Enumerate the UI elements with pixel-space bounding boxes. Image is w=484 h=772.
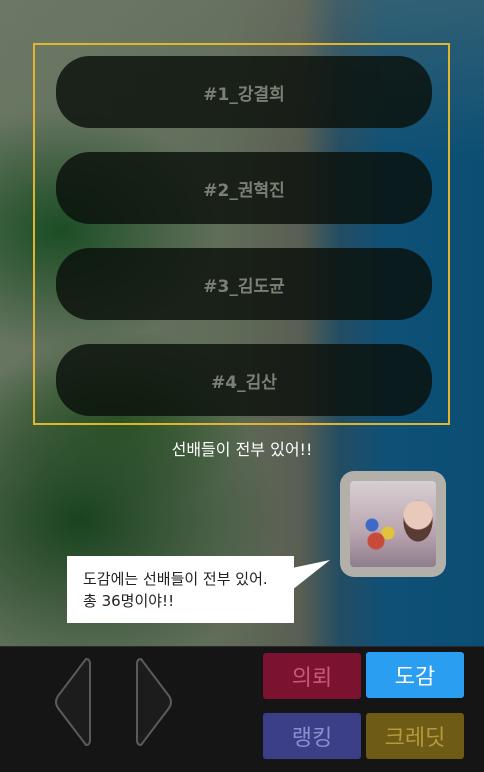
senior-item-label: #1_강결희 bbox=[203, 84, 285, 105]
character-avatar bbox=[350, 481, 436, 567]
senior-item-4[interactable]: #4_김산 bbox=[56, 344, 432, 416]
senior-item-label: #2_권혁진 bbox=[203, 180, 285, 201]
encyclopedia-button[interactable]: 도감 bbox=[366, 652, 464, 698]
list-caption: 선배들이 전부 있어!! bbox=[171, 440, 313, 459]
credit-button-label: 크레딧 bbox=[384, 726, 446, 751]
chevron-left-icon[interactable] bbox=[52, 656, 92, 748]
speech-bubble-line-2: 총 36명이야!! bbox=[83, 592, 175, 610]
senior-item-1[interactable]: #1_강결희 bbox=[56, 56, 432, 128]
speech-bubble-tail bbox=[292, 560, 330, 590]
character-portrait[interactable] bbox=[340, 471, 446, 577]
senior-item-2[interactable]: #2_권혁진 bbox=[56, 152, 432, 224]
speech-bubble-line-1: 도감에는 선배들이 전부 있어. bbox=[83, 570, 268, 588]
request-button[interactable]: 의뢰 bbox=[263, 653, 361, 699]
ranking-button-label: 랭킹 bbox=[291, 726, 333, 751]
chevron-right-icon[interactable] bbox=[135, 656, 175, 748]
senior-item-3[interactable]: #3_김도균 bbox=[56, 248, 432, 320]
speech-bubble: 도감에는 선배들이 전부 있어. 총 36명이야!! bbox=[67, 556, 294, 623]
senior-item-label: #3_김도균 bbox=[203, 276, 285, 297]
senior-list-frame: #1_강결희 #2_권혁진 #3_김도균 #4_김산 bbox=[33, 43, 450, 425]
senior-item-label: #4_김산 bbox=[211, 372, 277, 393]
credit-button[interactable]: 크레딧 bbox=[366, 713, 464, 759]
ranking-button[interactable]: 랭킹 bbox=[263, 713, 361, 759]
request-button-label: 의뢰 bbox=[291, 666, 333, 691]
encyclopedia-button-label: 도감 bbox=[394, 665, 436, 690]
